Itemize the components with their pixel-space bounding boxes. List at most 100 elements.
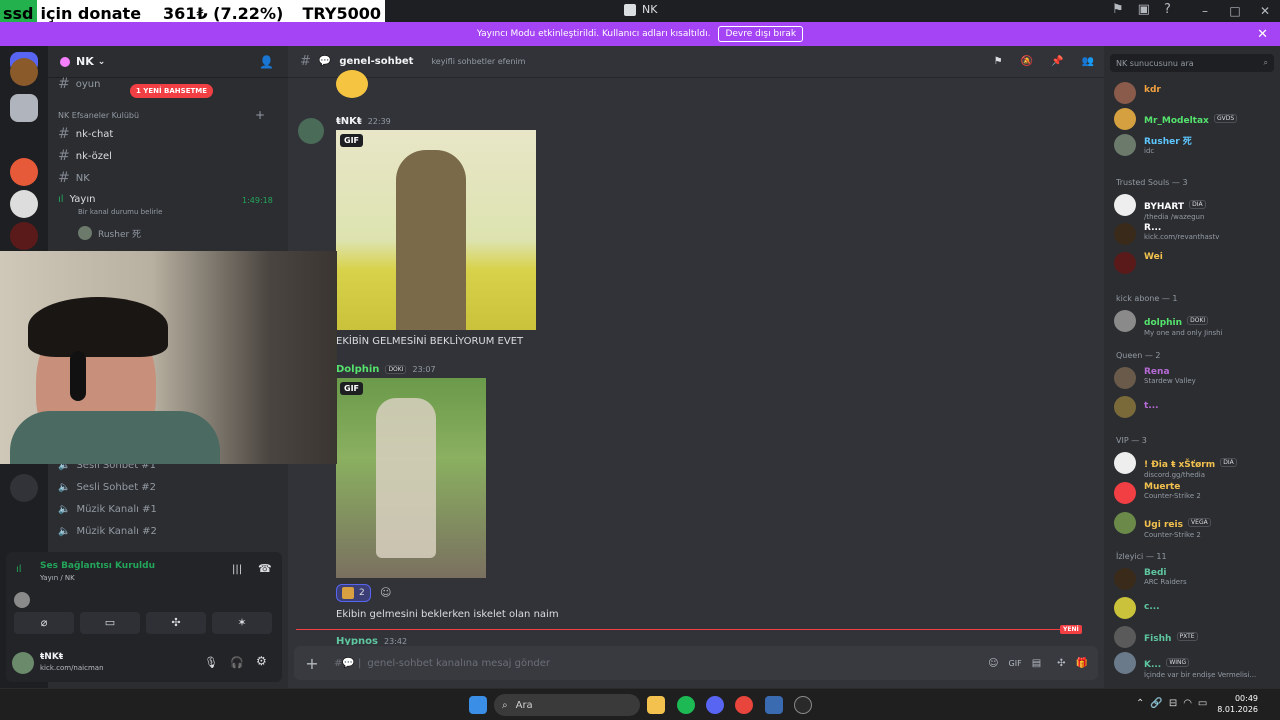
gif-icon[interactable]: GIF xyxy=(1009,659,1022,668)
chrome-icon[interactable] xyxy=(735,696,753,714)
member-item[interactable]: BYHART DIA/thedia /wazegun xyxy=(1114,194,1206,221)
emoji-image xyxy=(336,70,368,98)
system-tray[interactable]: ⌃🔗⊟◠▭ xyxy=(1136,698,1213,709)
avatar[interactable] xyxy=(298,118,324,144)
add-reaction-icon[interactable]: ☺ xyxy=(380,586,391,599)
add-user-icon[interactable]: 👤 xyxy=(259,55,274,69)
taskbar-search[interactable]: ⌕ Ara xyxy=(494,694,640,716)
gif-image[interactable] xyxy=(336,130,536,330)
reaction-emoji-icon xyxy=(342,587,354,599)
member-item[interactable]: Ugi reis VEGA Counter-Strike 2 xyxy=(1114,512,1211,539)
member-item[interactable]: Rena Stardew Valley xyxy=(1114,367,1196,389)
server-search[interactable]: NK sunucusunu ara ⌕ xyxy=(1110,54,1274,72)
server-icon[interactable] xyxy=(10,58,38,86)
member-item[interactable]: Rusher 死 idc xyxy=(1114,134,1192,156)
disconnect-icon[interactable]: ☎ xyxy=(258,562,272,575)
clock[interactable]: 00:49 8.01.2026 xyxy=(1217,693,1258,715)
member-item[interactable]: c... xyxy=(1114,597,1160,619)
app-icon[interactable] xyxy=(765,696,783,714)
member-item[interactable]: Muerte Counter-Strike 2 xyxy=(1114,482,1201,504)
voice-member[interactable]: Rusher 死 xyxy=(78,226,141,240)
disable-streamer-button[interactable]: Devre dışı bırak xyxy=(718,26,804,42)
maximize-button[interactable]: □ xyxy=(1220,0,1250,22)
windows-start-icon[interactable] xyxy=(469,696,487,714)
user-avatar[interactable] xyxy=(12,652,34,674)
member-item[interactable]: t... xyxy=(1114,396,1159,418)
member-item[interactable]: dolphin DOKI My one and only Jinshi xyxy=(1114,310,1223,337)
close-button[interactable]: ✕ xyxy=(1250,0,1280,22)
mention-pill[interactable]: 1 YENİ BAHSETME xyxy=(130,84,214,98)
member-item[interactable]: kdr xyxy=(1114,82,1161,104)
window-icon[interactable]: ▣ xyxy=(1138,2,1150,17)
member-item[interactable]: Fishh PXTE xyxy=(1114,626,1198,648)
headphones-icon[interactable]: 🎧 xyxy=(230,656,244,669)
emoji-icon[interactable]: ☺ xyxy=(988,658,998,669)
threads-icon[interactable]: ⚑ xyxy=(994,56,1003,67)
add-attachment-icon[interactable]: + xyxy=(294,654,330,673)
member-item[interactable]: Bedi ARC Raiders xyxy=(1114,568,1187,590)
settings-gear-icon[interactable]: ⚙ xyxy=(256,654,267,668)
member-item[interactable]: R... kick.com/revanthastv xyxy=(1114,223,1219,245)
voice-channel[interactable]: 🔈 Müzik Kanalı #1 xyxy=(58,504,157,515)
hash-icon: # xyxy=(300,54,311,69)
channel-item[interactable]: # nk-özel xyxy=(58,148,112,164)
gif-image[interactable] xyxy=(336,378,486,578)
channel-topic[interactable]: keyifli sohbetler efenim xyxy=(431,57,525,66)
file-explorer-icon[interactable] xyxy=(647,696,665,714)
reaction[interactable]: 2 xyxy=(336,584,371,602)
member-item[interactable]: Wei xyxy=(1114,252,1163,274)
pin-icon[interactable]: 📌 xyxy=(1051,56,1063,67)
apps-icon[interactable]: ✣ xyxy=(1057,658,1065,669)
message-author[interactable]: ŧNKŧ xyxy=(336,116,362,127)
microphone-icon[interactable]: 🎙 xyxy=(204,656,218,669)
screen-share-button[interactable]: ▭ xyxy=(80,612,140,634)
channel-item[interactable]: # NK xyxy=(58,170,90,186)
server-icon xyxy=(60,56,70,67)
donate-label: için donate xyxy=(40,4,142,23)
soundboard-button[interactable]: ✶ xyxy=(212,612,272,634)
channel-item[interactable]: # nk-chat xyxy=(58,126,113,142)
help-icon[interactable]: ? xyxy=(1164,2,1171,17)
voice-channel[interactable]: 🔈 Müzik Kanalı #2 xyxy=(58,526,157,537)
search-input[interactable]: NK sunucusunu ara xyxy=(1116,59,1264,68)
chat-area: # 💬 genel-sohbet keyifli sohbetler efeni… xyxy=(288,46,1104,688)
donate-amount: 361₺ (7.22%) xyxy=(163,4,284,23)
activity-button[interactable]: ✣ xyxy=(146,612,206,634)
user-name: ŧNKŧ xyxy=(40,652,64,662)
discord-icon[interactable] xyxy=(706,696,724,714)
noise-icon[interactable]: ||| xyxy=(232,564,242,575)
channel-item[interactable]: # oyun xyxy=(58,76,100,92)
member-list-icon[interactable]: 👥 xyxy=(1082,56,1094,67)
video-off-button[interactable]: ⌀ xyxy=(14,612,74,634)
server-header[interactable]: NK ⌄ 👤 xyxy=(48,46,288,78)
sticker-icon[interactable]: ▤ xyxy=(1032,658,1041,669)
voice-channel[interactable]: 🔈 Sesli Sohbet #2 xyxy=(58,482,156,493)
add-channel-icon[interactable]: + xyxy=(255,108,265,122)
category-header[interactable]: NK Efsaneler Kulübü + xyxy=(58,108,265,122)
minimize-button[interactable]: – xyxy=(1190,0,1220,22)
message-input[interactable]: genel-sohbet kanalına mesaj gönder xyxy=(367,658,988,669)
avatar xyxy=(1114,194,1136,216)
mute-icon[interactable]: 🔕 xyxy=(1021,56,1033,67)
close-icon[interactable]: ✕ xyxy=(1257,27,1268,42)
voice-status[interactable]: Bir kanal durumu belirle xyxy=(78,208,162,216)
member-item[interactable]: Mr_Modeltax GVDS xyxy=(1114,108,1238,130)
message-author[interactable]: Dolphin xyxy=(336,364,379,375)
server-icon[interactable] xyxy=(10,190,38,218)
server-icon[interactable] xyxy=(10,94,38,122)
gift-icon[interactable]: 🎁 xyxy=(1076,658,1088,669)
member-item[interactable]: K... WING İçinde var bir endişe Vermelisi… xyxy=(1114,652,1256,679)
server-icon[interactable] xyxy=(10,158,38,186)
headphones xyxy=(70,351,86,401)
server-icon[interactable] xyxy=(10,222,38,250)
spotify-icon[interactable] xyxy=(677,696,695,714)
steam-icon[interactable] xyxy=(794,696,812,714)
explore-icon[interactable] xyxy=(10,474,38,502)
inbox-icon[interactable]: ⚑ xyxy=(1112,2,1124,17)
hash-icon: #💬 | xyxy=(334,657,362,669)
voice-channel[interactable]: ıl Yayın xyxy=(58,194,95,205)
avatar xyxy=(14,592,30,608)
member-item[interactable]: ! Đia ŧ xŠťørm DIA discord.gg/thedia xyxy=(1114,452,1237,479)
voice-location[interactable]: Yayın / NK xyxy=(40,574,75,582)
message-author[interactable]: Hypnos xyxy=(336,637,378,645)
